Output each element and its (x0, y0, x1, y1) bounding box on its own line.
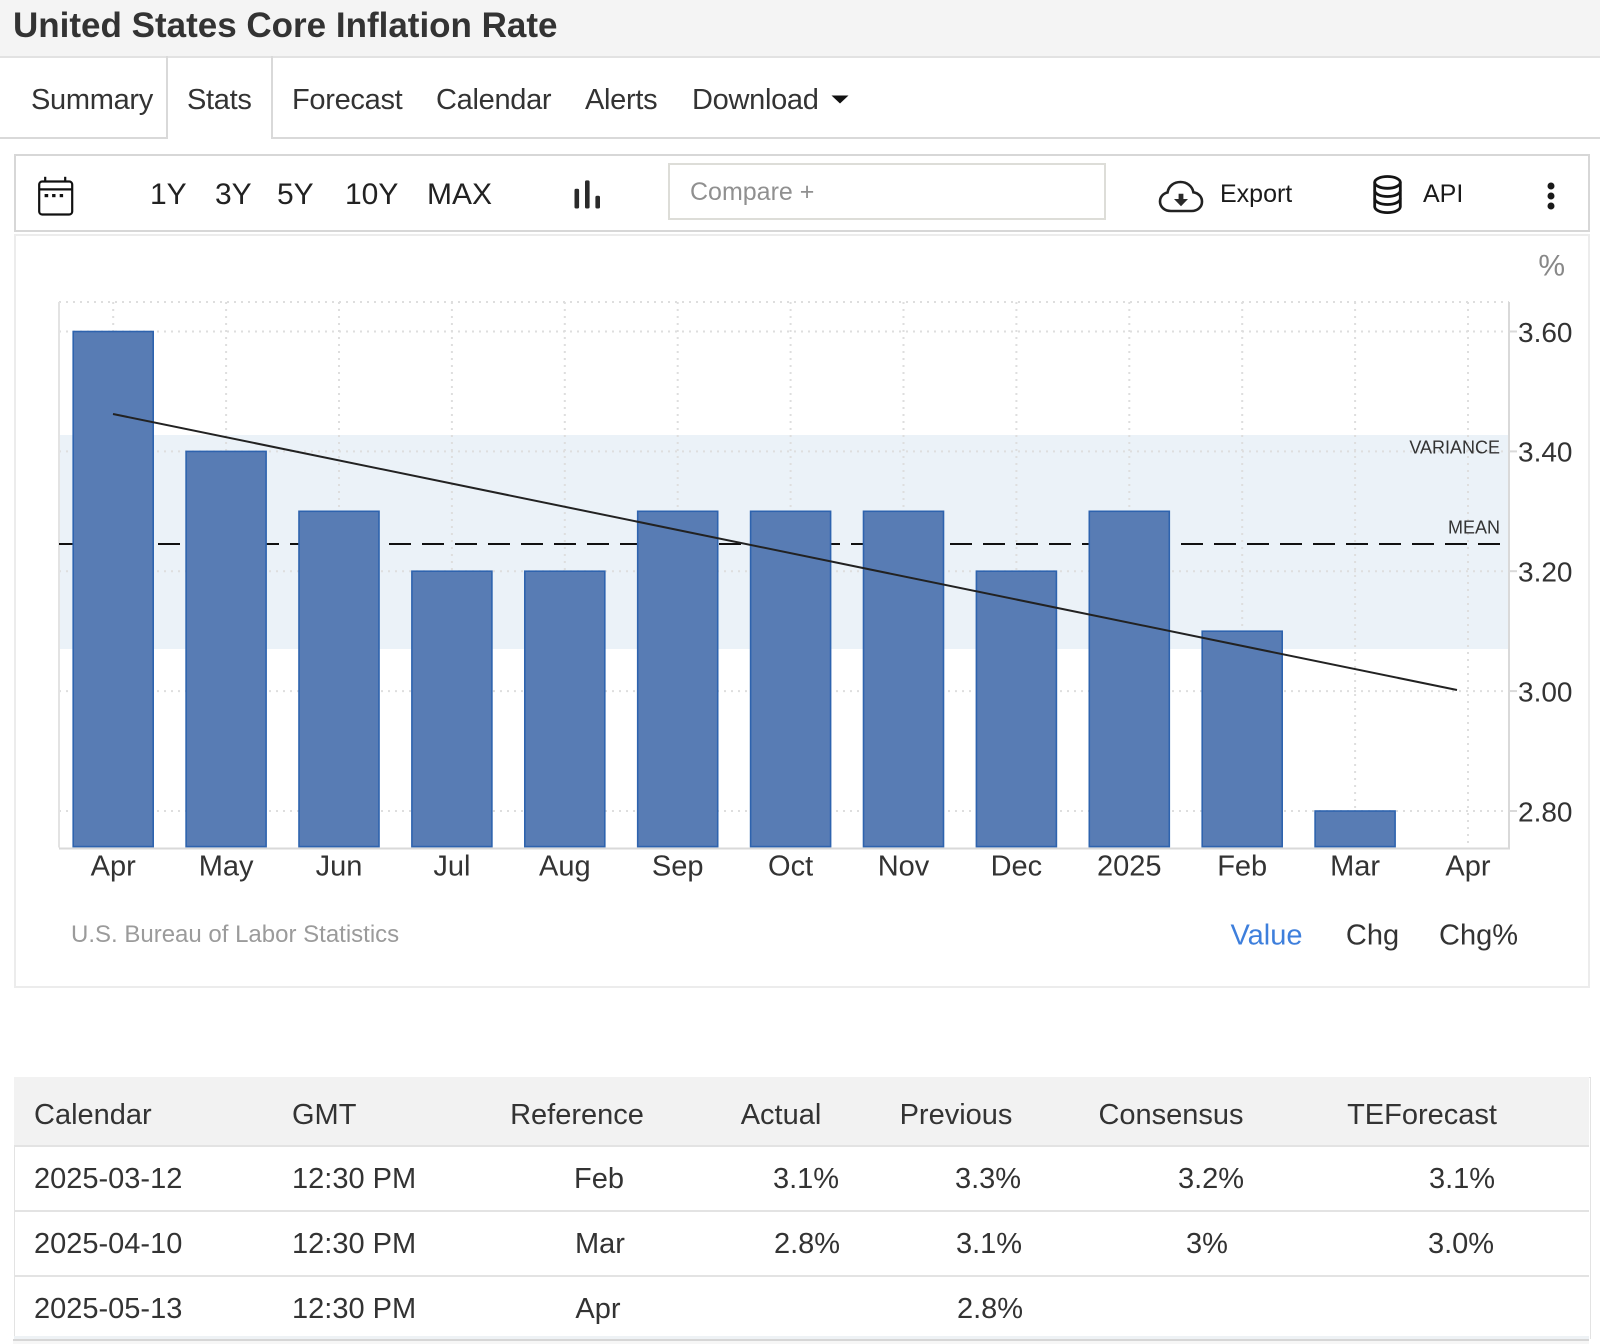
svg-text:Apr: Apr (91, 851, 136, 883)
svg-text:Dec: Dec (991, 851, 1043, 883)
svg-text:3.20: 3.20 (1518, 557, 1573, 588)
svg-text:Nov: Nov (878, 851, 930, 883)
svg-text:3.40: 3.40 (1518, 437, 1573, 468)
svg-text:May: May (199, 851, 254, 883)
svg-text:2025: 2025 (1097, 851, 1162, 883)
svg-text:%: % (1538, 250, 1565, 283)
svg-text:Mar: Mar (1330, 851, 1380, 883)
svg-text:MEAN: MEAN (1448, 518, 1500, 538)
svg-text:Chg: Chg (1346, 920, 1399, 952)
svg-text:3.60: 3.60 (1518, 317, 1573, 348)
svg-text:Chg%: Chg% (1439, 920, 1518, 952)
svg-text:VARIANCE: VARIANCE (1409, 438, 1500, 458)
svg-text:Value: Value (1230, 920, 1302, 952)
svg-text:Feb: Feb (1217, 851, 1267, 883)
svg-text:3.00: 3.00 (1518, 676, 1573, 707)
svg-text:Oct: Oct (768, 851, 813, 883)
svg-text:Apr: Apr (1445, 851, 1490, 883)
svg-text:Sep: Sep (652, 851, 704, 883)
svg-text:Aug: Aug (539, 851, 591, 883)
svg-text:Jun: Jun (316, 851, 363, 883)
svg-text:2.80: 2.80 (1518, 796, 1573, 827)
svg-text:Jul: Jul (433, 851, 470, 883)
svg-text:U.S. Bureau of Labor Statistic: U.S. Bureau of Labor Statistics (71, 921, 399, 948)
